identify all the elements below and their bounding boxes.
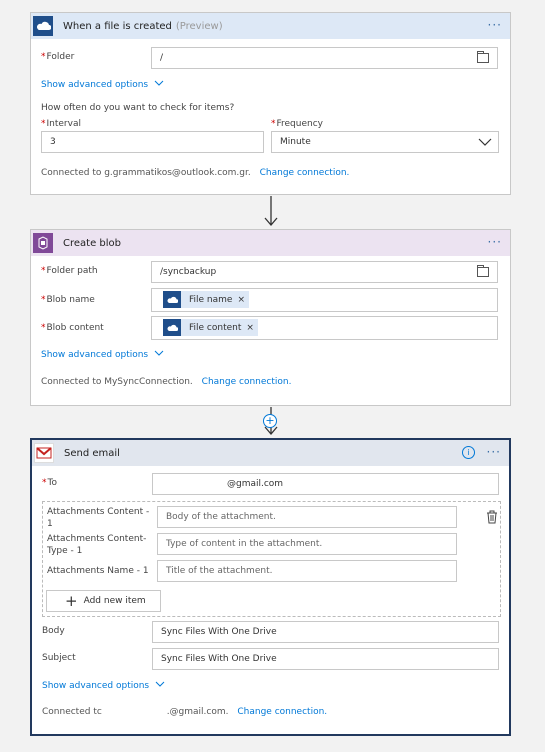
chevron-down-icon <box>154 80 164 86</box>
subject-row: Subject Sync Files With One Drive <box>42 648 499 670</box>
blob-title: Create blob <box>63 237 121 249</box>
attachment-name-placeholder: Title of the attachment. <box>166 566 273 576</box>
body-value: Sync Files With One Drive <box>161 627 277 637</box>
interval-label: *Interval <box>41 119 81 129</box>
attachment-type-label: Attachments Content-Type - 1 <box>47 534 147 556</box>
trash-icon[interactable] <box>486 510 498 524</box>
blob-name-row: *Blob name File name × <box>41 288 498 312</box>
blob-content-field[interactable]: File content × <box>151 316 498 340</box>
connection-text: Connected to MySyncConnection. <box>41 377 193 387</box>
body-field[interactable]: Sync Files With One Drive <box>152 621 499 643</box>
plus-icon: + <box>65 592 78 610</box>
attachments-group: Attachments Content - 1 Body of the atta… <box>42 501 501 617</box>
email-header[interactable]: Send email i ··· <box>32 440 509 466</box>
gmail-icon <box>34 443 54 463</box>
attachment-content-label: Attachments Content - 1 <box>47 507 150 529</box>
blob-content-label: *Blob content <box>41 323 104 333</box>
change-connection-link[interactable]: Change connection. <box>260 168 350 178</box>
blob-name-field[interactable]: File name × <box>151 288 498 312</box>
trigger-title: When a file is created <box>63 20 172 32</box>
info-icon[interactable]: i <box>462 446 475 459</box>
trigger-card: When a file is created (Preview) ··· *Fo… <box>30 12 511 195</box>
blob-name-label: *Blob name <box>41 295 95 305</box>
blob-content-row: *Blob content File content × <box>41 316 498 340</box>
blob-header[interactable]: Create blob ··· <box>31 230 510 256</box>
frequency-value: Minute <box>280 137 311 147</box>
connection-text: Connected to g.grammatikos@outlook.com.g… <box>41 168 251 178</box>
blob-storage-icon <box>33 233 53 253</box>
attachment-content-placeholder: Body of the attachment. <box>166 512 276 522</box>
blob-card: Create blob ··· *Folder path /syncbackup… <box>30 229 511 406</box>
subject-field[interactable]: Sync Files With One Drive <box>152 648 499 670</box>
remove-token-icon[interactable]: × <box>246 318 254 338</box>
onedrive-icon <box>163 319 181 336</box>
frequency-select[interactable]: Minute <box>271 131 499 153</box>
chevron-down-icon <box>154 350 164 356</box>
show-advanced-link[interactable]: Show advanced options <box>41 80 164 90</box>
body-row: Body Sync Files With One Drive <box>42 621 499 643</box>
change-connection-link[interactable]: Change connection. <box>237 707 327 717</box>
folder-row: *Folder / <box>41 47 498 69</box>
folder-path-label: *Folder path <box>41 266 98 276</box>
remove-token-icon[interactable]: × <box>237 290 245 310</box>
attachment-name-label: Attachments Name - 1 <box>47 566 149 576</box>
add-new-item-label: Add new item <box>83 596 146 606</box>
to-label: *To <box>42 478 57 488</box>
to-field[interactable]: @gmail.com <box>152 473 499 495</box>
more-options-icon[interactable]: ··· <box>487 445 501 459</box>
add-step-icon[interactable]: + <box>263 414 277 428</box>
interval-field[interactable]: 3 <box>41 131 264 153</box>
file-name-token[interactable]: File name × <box>163 291 249 308</box>
folder-icon[interactable] <box>477 265 489 277</box>
check-frequency-label: How often do you want to check for items… <box>41 103 235 113</box>
interval-value: 3 <box>50 137 56 147</box>
onedrive-icon <box>33 16 53 36</box>
change-connection-link[interactable]: Change connection. <box>202 377 292 387</box>
trigger-subtitle: (Preview) <box>175 20 223 32</box>
subject-value: Sync Files With One Drive <box>161 654 277 664</box>
token-label: File name <box>189 294 233 305</box>
email-card: Send email i ··· *To @gmail.com Attachme… <box>30 438 511 736</box>
to-value: @gmail.com <box>227 479 284 489</box>
body-label: Body <box>42 626 65 636</box>
show-advanced-link[interactable]: Show advanced options <box>42 681 165 691</box>
more-options-icon[interactable]: ··· <box>488 18 502 32</box>
chevron-down-icon <box>155 681 165 687</box>
folder-value: / <box>160 53 164 63</box>
trigger-header[interactable]: When a file is created (Preview) ··· <box>31 13 510 39</box>
email-connection: Connected tc .@gmail.com. Change connect… <box>42 707 327 717</box>
email-title: Send email <box>64 447 120 459</box>
attachment-type-placeholder: Type of content in the attachment. <box>166 539 323 549</box>
file-content-token[interactable]: File content × <box>163 319 258 336</box>
subject-label: Subject <box>42 653 76 663</box>
blob-connection: Connected to MySyncConnection. Change co… <box>41 377 291 387</box>
token-label: File content <box>189 322 242 333</box>
connection-account: .@gmail.com. <box>166 707 229 717</box>
attachment-name-field[interactable]: Title of the attachment. <box>157 560 457 582</box>
trigger-connection: Connected to g.grammatikos@outlook.com.g… <box>41 168 349 178</box>
more-options-icon[interactable]: ··· <box>488 235 502 249</box>
folder-field[interactable]: / <box>151 47 498 69</box>
flow-arrow <box>264 196 278 226</box>
folder-path-value: /syncbackup <box>160 267 217 277</box>
show-advanced-link[interactable]: Show advanced options <box>41 350 164 360</box>
folder-path-row: *Folder path /syncbackup <box>41 261 498 283</box>
chevron-down-icon <box>478 138 492 146</box>
attachment-type-field[interactable]: Type of content in the attachment. <box>157 533 457 555</box>
folder-label: *Folder <box>41 52 75 62</box>
folder-path-field[interactable]: /syncbackup <box>151 261 498 283</box>
add-new-item-button[interactable]: + Add new item <box>46 590 161 612</box>
onedrive-icon <box>163 291 181 308</box>
attachment-content-field[interactable]: Body of the attachment. <box>157 506 457 528</box>
frequency-label: *Frequency <box>271 119 323 129</box>
connection-text: Connected tc <box>42 707 102 717</box>
to-row: *To @gmail.com <box>42 473 499 495</box>
folder-icon[interactable] <box>477 51 489 63</box>
